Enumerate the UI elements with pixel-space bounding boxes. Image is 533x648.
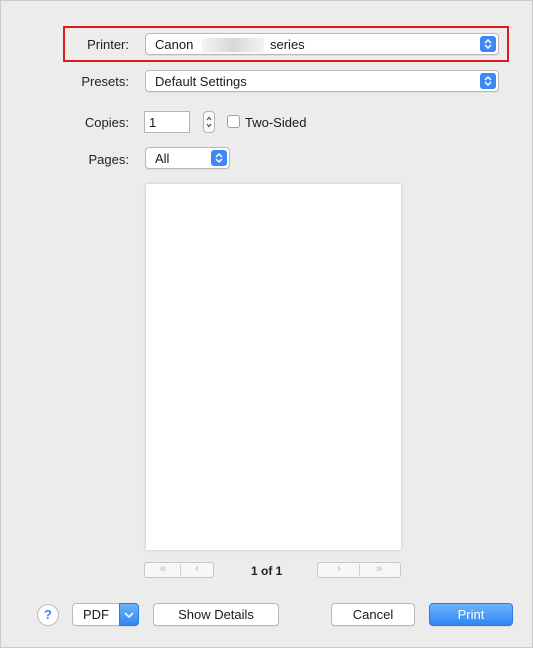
pages-select[interactable]: All bbox=[145, 147, 230, 169]
preview-nav-forward: › » bbox=[317, 562, 401, 578]
page-indicator: 1 of 1 bbox=[251, 564, 283, 578]
presets-select[interactable]: Default Settings bbox=[145, 70, 499, 92]
redacted-model bbox=[202, 38, 264, 52]
print-dialog: Printer: Canon series Presets: Default S… bbox=[0, 0, 533, 648]
cancel-button[interactable]: Cancel bbox=[331, 603, 415, 626]
show-details-button[interactable]: Show Details bbox=[153, 603, 279, 626]
pdf-menu-button[interactable] bbox=[119, 603, 139, 626]
previous-page-icon[interactable]: ‹ bbox=[181, 563, 213, 577]
pages-label: Pages: bbox=[88, 152, 129, 167]
presets-label: Presets: bbox=[81, 74, 129, 89]
copies-label: Copies: bbox=[84, 115, 129, 130]
first-page-icon[interactable]: « bbox=[147, 563, 179, 577]
copies-value: 1 bbox=[149, 115, 157, 130]
pages-value: All bbox=[155, 151, 170, 166]
printer-name-suffix: series bbox=[270, 37, 305, 52]
chevron-up-down-icon bbox=[480, 73, 496, 89]
help-button[interactable]: ? bbox=[37, 604, 59, 626]
pdf-button[interactable]: PDF bbox=[72, 603, 120, 626]
print-button[interactable]: Print bbox=[429, 603, 513, 626]
copies-stepper[interactable] bbox=[203, 111, 215, 133]
chevron-up-down-icon bbox=[480, 36, 496, 52]
printer-name-prefix: Canon bbox=[155, 37, 194, 52]
two-sided-label[interactable]: Two-Sided bbox=[245, 115, 306, 130]
chevron-down-icon bbox=[124, 612, 134, 619]
chevron-up-down-icon bbox=[211, 150, 227, 166]
presets-value: Default Settings bbox=[155, 74, 247, 89]
last-page-icon[interactable]: » bbox=[360, 563, 398, 577]
two-sided-checkbox[interactable] bbox=[227, 115, 240, 128]
next-page-icon[interactable]: › bbox=[320, 563, 358, 577]
page-preview bbox=[146, 184, 401, 550]
printer-select[interactable]: Canon series bbox=[145, 33, 499, 55]
preview-nav-back: « ‹ bbox=[144, 562, 214, 578]
copies-input[interactable]: 1 bbox=[144, 111, 190, 133]
stepper-arrows-icon bbox=[206, 116, 212, 128]
printer-label: Printer: bbox=[87, 37, 129, 52]
